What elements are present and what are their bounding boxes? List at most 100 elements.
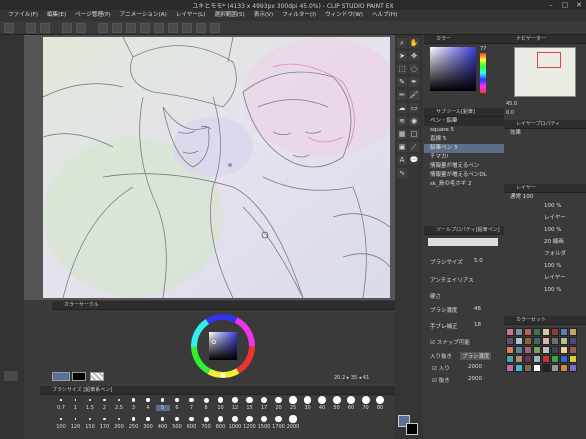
brush-size-dot[interactable] [275,396,282,404]
sub-tool-item[interactable]: 直線 5 [424,135,504,144]
selection-tool-icon[interactable]: ⬚ [397,64,407,74]
out-checkbox[interactable]: ☑ 抜き [432,376,450,384]
grid-icon[interactable] [126,23,136,33]
gradient-tool-icon[interactable]: ▦ [397,129,407,139]
sub-tool-item[interactable]: 情報量が増えるペンDL [424,171,504,180]
menu-file[interactable]: ファイル(F) [8,10,38,21]
color-swatch[interactable] [524,337,532,345]
zoom-value[interactable]: 45.0 [506,101,517,107]
move-tool-icon[interactable]: ✥ [409,51,419,61]
brush-size-dot[interactable] [74,399,77,401]
color-swatch[interactable] [560,364,568,372]
snap-icon[interactable] [154,23,164,33]
layer-row[interactable]: 100 % [504,286,586,298]
layer-row[interactable]: フォルダ [504,250,586,262]
brush-size-dot[interactable] [289,415,297,423]
collapse-icon[interactable] [4,371,18,381]
redo-icon[interactable] [76,23,86,33]
view-frame[interactable] [537,52,561,68]
hue-slider[interactable] [480,53,486,93]
brush-size-dot[interactable] [332,396,341,404]
color-swatch[interactable] [515,328,523,336]
color-swatch[interactable] [515,337,523,345]
brush-size-dot[interactable] [260,396,268,404]
color-swatch[interactable] [551,328,559,336]
density-value[interactable]: 46 [474,306,481,312]
layer-row[interactable]: 100 % [504,226,586,238]
perspective-icon[interactable] [182,23,192,33]
color-swatch[interactable] [542,355,550,363]
maximize-icon[interactable]: ▢ [558,0,572,10]
minimize-icon[interactable]: – [544,0,558,10]
color-swatch[interactable] [560,355,568,363]
color-swatch[interactable] [569,328,577,336]
color-swatch[interactable] [542,328,550,336]
brush-size-dot[interactable] [131,398,136,402]
brush-size-dot[interactable] [60,418,62,420]
brush-size-dot[interactable] [117,398,121,402]
close-icon[interactable]: ✕ [572,0,586,10]
transparent-swatch[interactable] [90,372,104,381]
lasso-tool-icon[interactable]: ◌ [409,64,419,74]
color-swatch[interactable] [569,346,577,354]
ruler-icon[interactable] [140,23,150,33]
angle-value[interactable]: 0.0 [506,110,514,116]
menu-filter[interactable]: フィルター(I) [282,10,316,21]
color-swatch[interactable] [515,346,523,354]
brush-size-dot[interactable] [88,398,92,402]
brush-size-dot[interactable] [160,398,165,402]
brush-size-value[interactable]: 5.0 [474,258,483,264]
color-swatch[interactable] [506,346,514,354]
color-swatch[interactable] [524,355,532,363]
color-swatch[interactable] [506,337,514,345]
brush-size-dot[interactable] [303,396,312,404]
airbrush-tool-icon[interactable]: ☁ [397,103,407,113]
menu-help[interactable]: ヘルプ(H) [372,10,397,21]
brush-size-dot[interactable] [246,396,253,404]
operation-tool-icon[interactable]: ➤ [397,51,407,61]
main-color-swatch[interactable] [52,372,70,381]
menu-window[interactable]: ウィンドウ(W) [325,10,363,21]
in-checkbox[interactable]: ☑ 入り [432,364,450,372]
sub-tool-item[interactable]: square 5 [424,126,504,135]
menu-page[interactable]: ページ管理(P) [75,10,111,21]
brush-tool-icon[interactable]: 🖌 [409,90,419,100]
sub-tool-item[interactable]: sk_鳥の毛ホギ 2 [424,180,504,189]
color-wheel[interactable] [190,313,256,379]
color-swatch[interactable] [533,355,541,363]
out-value[interactable]: 2000 [468,376,482,382]
eyedropper-tool-icon[interactable]: ✎ [397,77,407,87]
layer-row[interactable]: 20 線画 [504,238,586,250]
brush-size-dot[interactable] [146,398,150,402]
brush-size-dot[interactable] [189,397,194,403]
show-area-icon[interactable] [210,23,220,33]
color-swatch[interactable] [569,355,577,363]
menu-edit[interactable]: 編集(E) [47,10,66,21]
text-tool-icon[interactable]: A [397,155,407,165]
hand-tool-icon[interactable]: ✋ [409,38,419,48]
sub-tool-tab[interactable]: ペン・鉛筆 [424,117,504,126]
brush-size-dot[interactable] [289,396,297,404]
navigator-preview[interactable] [514,47,576,97]
color-swatch[interactable] [551,364,559,372]
color-swatch[interactable] [524,364,532,372]
zoom-tool-icon[interactable]: ⌕ [397,38,407,48]
undo-icon[interactable] [62,23,72,33]
color-swatch[interactable] [551,355,559,363]
saturation-value-square[interactable] [430,47,476,91]
color-swatch[interactable] [524,328,532,336]
color-swatch[interactable] [533,364,541,372]
brush-size-dot[interactable] [232,397,238,403]
sub-tool-item[interactable]: チマカ! [424,153,504,162]
layer-row[interactable]: レイヤー [504,214,586,226]
color-swatch[interactable] [506,328,514,336]
brush-size-dot[interactable] [103,398,106,402]
layer-row[interactable]: レイヤー [504,274,586,286]
inout-select[interactable]: ブラシ濃度 [460,352,492,360]
menu-layer[interactable]: レイヤー(L) [176,10,206,21]
brush-size-dot[interactable] [246,415,253,423]
snap-checkbox[interactable]: ☑ スナップ可能 [430,338,470,346]
color-swatch[interactable] [533,328,541,336]
layer-row[interactable]: 100 % [504,262,586,274]
brush-size-dot[interactable] [203,416,209,422]
